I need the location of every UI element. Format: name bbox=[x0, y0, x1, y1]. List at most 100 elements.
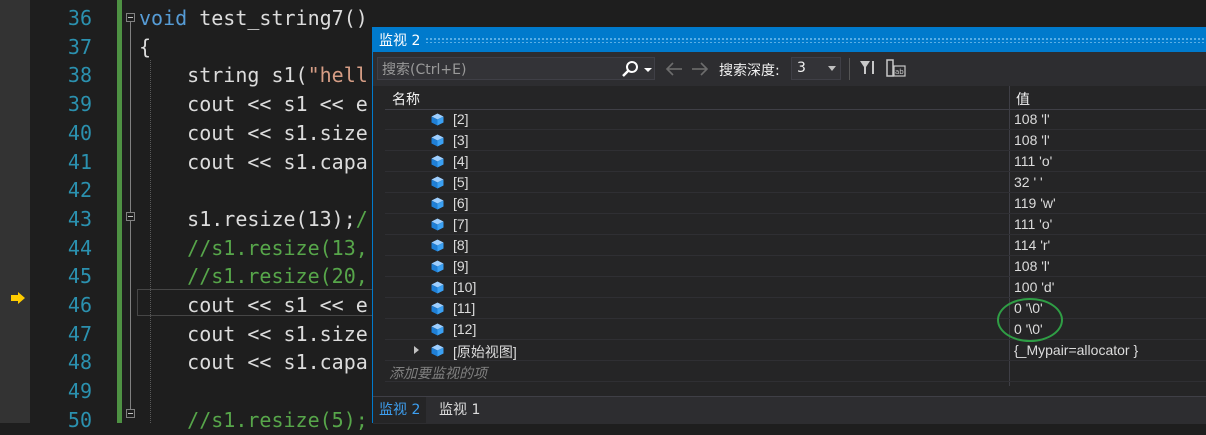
watch-row[interactable]: [12] 0 '\0' bbox=[385, 319, 1206, 340]
indicator-margin[interactable] bbox=[0, 0, 30, 423]
watch-row-value[interactable]: 114 'r' bbox=[1014, 237, 1050, 253]
watch-row-value[interactable]: {_Mypair=allocator } bbox=[1014, 342, 1138, 358]
forward-arrow-icon[interactable] bbox=[691, 61, 709, 77]
code-line[interactable]: //s1.resize(5); bbox=[139, 406, 368, 435]
variable-cube-icon bbox=[431, 239, 444, 252]
watch-row[interactable]: [原始视图] {_Mypair=allocator } bbox=[385, 340, 1206, 361]
watch-row-value[interactable]: 100 'd' bbox=[1014, 279, 1054, 295]
line-number: 38 bbox=[67, 63, 92, 88]
search-box[interactable] bbox=[377, 57, 655, 81]
watch-row[interactable]: [8] 114 'r' bbox=[385, 235, 1206, 256]
watch-row[interactable]: [4] 111 'o' bbox=[385, 151, 1206, 172]
watch-row[interactable]: [5] 32 ' ' bbox=[385, 172, 1206, 193]
search-depth-select[interactable]: 3 bbox=[791, 57, 841, 80]
watch-row-value[interactable]: 108 'l' bbox=[1014, 111, 1050, 127]
watch-row-value[interactable]: 111 'o' bbox=[1014, 153, 1052, 169]
code-token: cout << s1.size bbox=[139, 120, 368, 145]
line-number: 48 bbox=[67, 350, 92, 375]
code-line[interactable]: cout << s1.capa bbox=[139, 348, 368, 377]
code-line[interactable]: s1.resize(13);/ bbox=[139, 205, 368, 234]
code-token: test_string7() bbox=[187, 6, 368, 30]
search-icon[interactable] bbox=[621, 60, 639, 78]
code-line[interactable]: cout << s1.size bbox=[139, 320, 368, 349]
code-token: //s1.resize(20, bbox=[139, 264, 368, 289]
code-line[interactable]: //s1.resize(20, bbox=[139, 262, 368, 291]
watch-row-name: [5] bbox=[453, 174, 469, 190]
column-header-name[interactable]: 名称 bbox=[392, 89, 420, 109]
code-token: //s1.resize(13, bbox=[139, 235, 368, 260]
code-line[interactable]: cout << s1.size bbox=[139, 119, 368, 148]
watch-row-value[interactable]: 119 'w' bbox=[1014, 195, 1056, 211]
variable-cube-icon bbox=[431, 176, 444, 189]
watch-row-value[interactable]: 111 'o' bbox=[1014, 216, 1052, 232]
code-line[interactable]: cout << s1.capa bbox=[139, 148, 368, 177]
code-token: string s1( bbox=[139, 63, 308, 88]
code-line[interactable]: void test_string7() bbox=[139, 4, 368, 33]
fold-toggle-block[interactable] bbox=[126, 212, 135, 221]
search-depth-value: 3 bbox=[797, 60, 806, 76]
line-number: 39 bbox=[67, 92, 92, 117]
grid-header: 名称 值 bbox=[385, 86, 1206, 110]
watch-row[interactable]: [6] 119 'w' bbox=[385, 193, 1206, 214]
line-number: 46 bbox=[67, 293, 92, 317]
line-number: 36 bbox=[67, 6, 92, 30]
code-line[interactable]: //s1.resize(13, bbox=[139, 234, 368, 263]
current-line-highlight bbox=[137, 289, 377, 316]
code-line[interactable]: cout << s1 << e bbox=[139, 90, 368, 119]
watch-row-name: [原始视图] bbox=[453, 344, 517, 360]
line-number: 40 bbox=[67, 120, 92, 145]
title-drag-grip[interactable] bbox=[425, 37, 1206, 43]
back-arrow-icon[interactable] bbox=[665, 61, 683, 77]
watch-window[interactable]: 监视 2 搜索深度: 3 bbox=[372, 27, 1206, 424]
line-number: 47 bbox=[67, 321, 92, 346]
tab-watch-1[interactable]: 监视 1 bbox=[435, 397, 484, 423]
fold-toggle-function[interactable] bbox=[126, 13, 135, 22]
code-token: //s1.resize(5); bbox=[139, 407, 368, 432]
code-line[interactable]: { bbox=[139, 33, 151, 62]
fold-toggle-block[interactable] bbox=[126, 409, 135, 418]
column-header-value[interactable]: 值 bbox=[1016, 89, 1030, 109]
line-number: 42 bbox=[67, 178, 92, 203]
watch-row-name: [11] bbox=[453, 300, 476, 316]
watch-row-name: [3] bbox=[453, 132, 469, 148]
line-number: 49 bbox=[67, 379, 92, 404]
dropdown-arrow-icon[interactable] bbox=[643, 60, 653, 78]
annotation-circle bbox=[997, 298, 1063, 342]
watch-row-name: [6] bbox=[453, 195, 469, 211]
fold-line bbox=[130, 221, 131, 409]
code-line[interactable]: string s1("hell bbox=[139, 61, 368, 90]
watch-title: 监视 2 bbox=[379, 33, 421, 49]
watch-row[interactable]: [2] 108 'l' bbox=[385, 109, 1206, 130]
change-tracking-bar bbox=[117, 0, 122, 423]
variable-cube-icon bbox=[431, 281, 444, 294]
line-number: 45 bbox=[67, 264, 92, 289]
watch-row-name: [9] bbox=[453, 258, 469, 274]
add-watch-row[interactable]: 添加要监视的项 bbox=[385, 361, 1206, 382]
hex-display-icon[interactable]: ab bbox=[886, 59, 906, 77]
watch-row-value[interactable]: 32 ' ' bbox=[1014, 174, 1043, 190]
watch-row-value[interactable]: 108 'l' bbox=[1014, 258, 1050, 274]
watch-title-bar[interactable]: 监视 2 bbox=[373, 27, 1206, 52]
line-number: 44 bbox=[67, 235, 92, 260]
chevron-down-icon bbox=[828, 66, 836, 71]
line-number: 50 bbox=[67, 407, 92, 432]
watch-row[interactable]: [9] 108 'l' bbox=[385, 256, 1206, 277]
watch-row-name: [7] bbox=[453, 216, 469, 232]
variable-cube-icon bbox=[431, 344, 444, 357]
watch-row-value[interactable]: 108 'l' bbox=[1014, 132, 1050, 148]
tab-watch-2[interactable]: 监视 2 bbox=[373, 397, 427, 423]
watch-row[interactable]: [7] 111 'o' bbox=[385, 214, 1206, 235]
watch-row[interactable]: [11] 0 '\0' bbox=[385, 298, 1206, 319]
watch-row[interactable]: [10] 100 'd' bbox=[385, 277, 1206, 298]
watch-row[interactable]: [3] 108 'l' bbox=[385, 130, 1206, 151]
variable-cube-icon bbox=[431, 197, 444, 210]
code-token: s1.resize(13); bbox=[139, 206, 356, 231]
watch-row-name: [10] bbox=[453, 279, 477, 295]
filter-icon[interactable] bbox=[859, 59, 877, 77]
expand-arrow-icon[interactable] bbox=[414, 346, 419, 354]
variable-cube-icon bbox=[431, 218, 444, 231]
execution-arrow-icon bbox=[11, 292, 25, 304]
code-token: cout << s1.capa bbox=[139, 149, 368, 174]
search-input[interactable] bbox=[378, 58, 614, 81]
watch-row-name: [12] bbox=[453, 321, 477, 337]
